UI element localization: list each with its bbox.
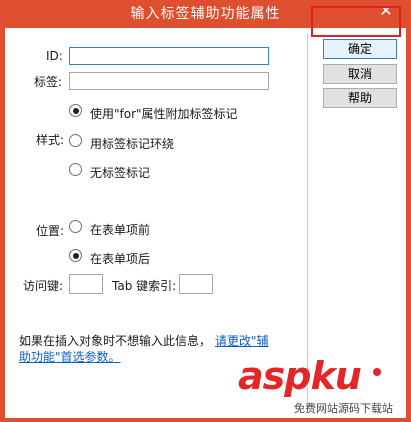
position-radio-before[interactable] bbox=[69, 220, 82, 233]
style-radio-wrap[interactable] bbox=[69, 134, 82, 147]
position-option-after-label: 在表单项后 bbox=[90, 252, 151, 266]
cancel-button[interactable]: 取消 bbox=[323, 64, 397, 84]
help-button[interactable]: 帮助 bbox=[323, 88, 397, 108]
ok-button[interactable]: 确定 bbox=[323, 39, 397, 59]
style-radio-none[interactable] bbox=[69, 163, 82, 176]
position-group-label: 位置: bbox=[36, 224, 65, 238]
tab-index-input[interactable] bbox=[179, 274, 213, 294]
preferences-link[interactable]: 请更改"辅 bbox=[215, 332, 269, 349]
label-input[interactable] bbox=[69, 72, 269, 90]
style-radio-for-attribute[interactable] bbox=[69, 104, 82, 117]
hint-text: 如果在插入对象时不想输入此信息， bbox=[19, 334, 212, 348]
form-pane: ID: 标签: 样式: 使用"for"属性附加标签标记 用标签标记环绕 无标签标… bbox=[5, 28, 305, 418]
style-option-none-label: 无标签标记 bbox=[90, 166, 151, 180]
pane-divider bbox=[307, 34, 308, 410]
dialog-window: 输入标签辅助功能属性 ✕ ID: 标签: 样式: 使用"for"属性附加标签标记… bbox=[0, 0, 411, 422]
position-radio-after[interactable] bbox=[69, 249, 82, 262]
id-label: ID: bbox=[46, 49, 63, 63]
tab-index-label: Tab 键索引: bbox=[112, 279, 177, 293]
label-label: 标签: bbox=[34, 75, 63, 89]
dialog-body: ID: 标签: 样式: 使用"for"属性附加标签标记 用标签标记环绕 无标签标… bbox=[5, 28, 406, 418]
style-option-wrap-label: 用标签标记环绕 bbox=[90, 137, 175, 151]
access-key-label: 访问键: bbox=[23, 279, 64, 293]
id-input[interactable] bbox=[69, 47, 269, 65]
preferences-link-continued[interactable]: 助功能"首选参数。 bbox=[19, 348, 121, 365]
ok-button-highlight bbox=[311, 6, 401, 37]
style-option-for-attribute-label: 使用"for"属性附加标签标记 bbox=[90, 107, 238, 121]
style-group-label: 样式: bbox=[36, 133, 65, 147]
position-option-before-label: 在表单项前 bbox=[90, 223, 151, 237]
access-key-input[interactable] bbox=[69, 274, 103, 294]
